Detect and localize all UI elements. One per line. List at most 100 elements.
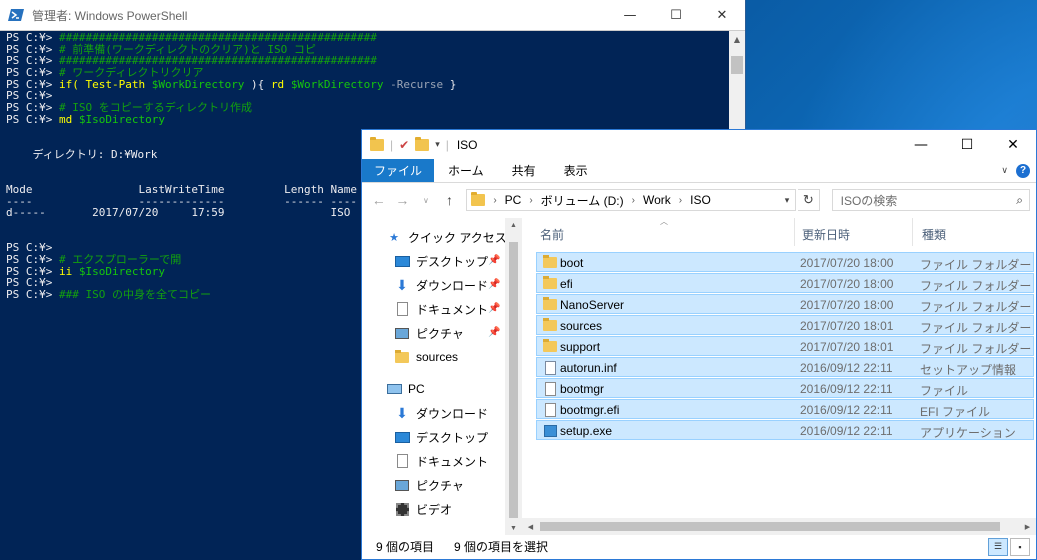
- details-view-button[interactable]: ☰: [988, 537, 1008, 556]
- explorer-titlebar[interactable]: | ✔ ▾ | ISO — ☐ ✕: [362, 130, 1036, 159]
- forward-icon[interactable]: →: [392, 192, 414, 208]
- minimize-button[interactable]: —: [607, 0, 653, 30]
- address-bar[interactable]: › PC › ボリューム (D:) › Work › ISO ▾: [466, 189, 797, 211]
- file-row[interactable]: efi 2017/07/20 18:00 ファイル フォルダー: [536, 273, 1034, 293]
- scroll-right-icon[interactable]: ▶: [1019, 518, 1036, 535]
- file-row[interactable]: autorun.inf 2016/09/12 22:11 セットアップ情報: [536, 357, 1034, 377]
- nav-item-sources[interactable]: sources: [394, 346, 458, 368]
- column-divider[interactable]: [794, 218, 795, 246]
- console-text: $IsoDirectory: [78, 112, 165, 126]
- file-name: autorun.inf: [560, 361, 617, 375]
- column-name[interactable]: 名前: [540, 226, 564, 243]
- search-input[interactable]: ISOの検索 ⌕: [831, 189, 1030, 211]
- file-row[interactable]: sources 2017/07/20 18:01 ファイル フォルダー: [536, 315, 1034, 335]
- scroll-up-icon[interactable]: ▲: [505, 218, 522, 232]
- breadcrumb-work[interactable]: Work: [643, 193, 671, 207]
- nav-item-pictures[interactable]: ピクチャ: [394, 322, 464, 344]
- breadcrumb-iso[interactable]: ISO: [690, 193, 711, 207]
- file-row[interactable]: bootmgr 2016/09/12 22:11 ファイル: [536, 378, 1034, 398]
- maximize-button[interactable]: ☐: [653, 0, 699, 30]
- powershell-title: 管理者: Windows PowerShell: [32, 8, 188, 23]
- nav-pc-downloads[interactable]: ⬇ ダウンロード: [394, 402, 488, 424]
- explorer-title: ISO: [456, 137, 478, 152]
- file-row[interactable]: bootmgr.efi 2016/09/12 22:11 EFI ファイル: [536, 399, 1034, 419]
- expand-ribbon-icon[interactable]: ∨: [1001, 165, 1008, 176]
- tab-file[interactable]: ファイル: [362, 159, 435, 182]
- file-row[interactable]: support 2017/07/20 18:01 ファイル フォルダー: [536, 336, 1034, 356]
- scroll-down-icon[interactable]: ▼: [505, 521, 522, 535]
- scroll-thumb[interactable]: [731, 56, 743, 74]
- file-list: ︿ 名前 更新日時 種類 boot 2017/07/20 18:00 ファイル フォ…: [522, 217, 1036, 535]
- explorer-window[interactable]: | ✔ ▾ | ISO — ☐ ✕ ファイル ホーム 共有 表示 ∨ ? ← →…: [361, 129, 1037, 560]
- file-row[interactable]: boot 2017/07/20 18:00 ファイル フォルダー: [536, 252, 1034, 272]
- console-line: PS C:¥> md $IsoDirectory: [6, 112, 724, 126]
- scroll-up-icon[interactable]: ▲: [729, 31, 745, 48]
- console-text: $WorkDirectory: [290, 77, 384, 91]
- breadcrumb-volume[interactable]: ボリューム (D:): [541, 192, 624, 209]
- setup-info-icon: [543, 360, 557, 375]
- nav-label: デスクトップ: [416, 254, 489, 269]
- column-type[interactable]: 種類: [922, 226, 946, 243]
- close-button[interactable]: ✕: [990, 130, 1036, 159]
- console-line: PS C:¥> if( Test-Path $WorkDirectory ){ …: [6, 77, 724, 91]
- new-folder-icon[interactable]: [415, 136, 430, 151]
- file-name: sources: [560, 319, 603, 333]
- nav-item-documents[interactable]: ドキュメント: [394, 298, 488, 320]
- nav-item-desktop[interactable]: デスクトップ: [394, 250, 488, 272]
- minimize-button[interactable]: —: [898, 130, 944, 159]
- folder-icon: [471, 192, 486, 206]
- nav-label: ビデオ: [416, 502, 453, 517]
- status-bar: 9 個の項目 9 個の項目を選択 ☰ ▪: [362, 534, 1036, 559]
- powershell-titlebar[interactable]: 管理者: Windows PowerShell — ☐ ✕: [0, 0, 745, 31]
- properties-icon[interactable]: ✔: [399, 138, 409, 152]
- file-name: bootmgr.efi: [560, 403, 620, 417]
- close-button[interactable]: ✕: [699, 0, 745, 30]
- nav-item-downloads[interactable]: ⬇ ダウンロード: [394, 274, 488, 296]
- file-name: bootmgr: [560, 382, 605, 396]
- nav-pc-pictures[interactable]: ピクチャ: [394, 474, 464, 496]
- tab-home[interactable]: ホーム: [434, 159, 498, 182]
- tab-view[interactable]: 表示: [550, 159, 602, 182]
- nav-label: ピクチャ: [416, 326, 464, 341]
- up-icon[interactable]: ↑: [439, 192, 461, 208]
- download-icon: ⬇: [396, 276, 408, 293]
- refresh-button[interactable]: ↻: [798, 189, 820, 211]
- horizontal-scrollbar[interactable]: ◀ ▶: [522, 518, 1036, 535]
- console-text: $WorkDirectory: [151, 77, 245, 91]
- recent-locations-icon[interactable]: ∨: [415, 196, 437, 205]
- nav-pc-desktop[interactable]: デスクトップ: [394, 426, 488, 448]
- chevron-right-icon: ›: [529, 194, 533, 206]
- nav-label: ドキュメント: [416, 454, 489, 469]
- column-date[interactable]: 更新日時: [802, 226, 850, 243]
- nav-quick-access[interactable]: ★ クイック アクセス: [386, 226, 507, 248]
- nav-pc-videos[interactable]: ビデオ: [394, 498, 452, 520]
- file-row[interactable]: setup.exe 2016/09/12 22:11 アプリケーション: [536, 420, 1034, 440]
- scroll-thumb[interactable]: [509, 242, 518, 518]
- computer-icon: [386, 382, 402, 396]
- maximize-button[interactable]: ☐: [944, 130, 990, 159]
- scroll-thumb[interactable]: [540, 522, 1000, 531]
- folder-icon: [543, 276, 557, 290]
- large-icons-view-icon: ▪: [1018, 541, 1022, 552]
- column-divider[interactable]: [912, 218, 913, 246]
- search-icon[interactable]: ⌕: [1016, 193, 1023, 208]
- chevron-down-icon[interactable]: ▾: [779, 195, 795, 206]
- file-date: 2017/07/20 18:00: [800, 298, 894, 312]
- help-icon[interactable]: ?: [1016, 163, 1030, 178]
- file-name: efi: [560, 277, 573, 291]
- back-icon[interactable]: ←: [368, 192, 390, 208]
- breadcrumb-pc[interactable]: PC: [505, 193, 522, 207]
- scroll-left-icon[interactable]: ◀: [522, 518, 539, 535]
- nav-pc[interactable]: PC: [386, 378, 425, 400]
- large-icons-view-button[interactable]: ▪: [1010, 537, 1030, 556]
- file-row[interactable]: NanoServer 2017/07/20 18:00 ファイル フォルダー: [536, 294, 1034, 314]
- nav-label: sources: [416, 350, 459, 364]
- customize-quick-access-icon[interactable]: ▾: [435, 139, 440, 150]
- file-date: 2017/07/20 18:01: [800, 340, 894, 354]
- console-text: PS C:¥>: [6, 288, 59, 302]
- nav-scrollbar[interactable]: ▲ ▼: [505, 218, 522, 535]
- folder-icon: [370, 136, 384, 151]
- nav-pc-documents[interactable]: ドキュメント: [394, 450, 488, 472]
- tab-share[interactable]: 共有: [498, 159, 550, 182]
- console-text: d----- 2017/07/20 17:59 ISO: [6, 206, 351, 220]
